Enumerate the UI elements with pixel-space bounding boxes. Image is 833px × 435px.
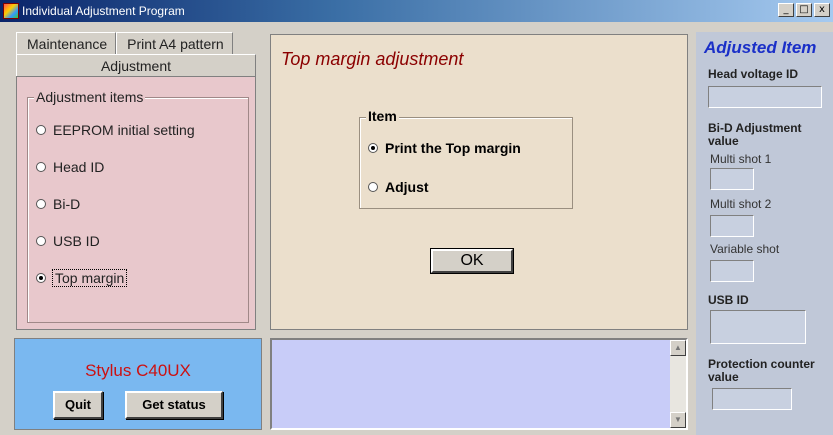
radio-label: EEPROM initial setting bbox=[53, 122, 195, 138]
radio-icon bbox=[36, 125, 46, 135]
radio-icon bbox=[368, 182, 378, 192]
radio-label: Print the Top margin bbox=[385, 140, 521, 156]
scroll-down-icon[interactable]: ▼ bbox=[670, 412, 686, 428]
bid-adjustment-label: Bi-D Adjustment value bbox=[708, 121, 802, 148]
tab-maintenance[interactable]: Maintenance bbox=[16, 32, 117, 54]
radio-print-top-margin[interactable]: Print the Top margin bbox=[368, 140, 521, 156]
radio-label: Top margin bbox=[51, 269, 128, 287]
radio-eeprom-initial-setting[interactable]: EEPROM initial setting bbox=[36, 122, 195, 138]
multi-shot-2-label: Multi shot 2 bbox=[710, 197, 772, 211]
scroll-up-icon[interactable]: ▲ bbox=[670, 340, 686, 356]
radio-head-id[interactable]: Head ID bbox=[36, 159, 104, 175]
close-button[interactable]: x bbox=[814, 3, 830, 17]
log-scrollbar[interactable]: ▲ ▼ bbox=[670, 340, 686, 428]
variable-shot-label: Variable shot bbox=[710, 242, 780, 256]
tab-print-a4-pattern[interactable]: Print A4 pattern bbox=[116, 32, 233, 54]
variable-shot-field bbox=[710, 260, 754, 282]
adjustment-items-group: Adjustment items EEPROM initial setting … bbox=[27, 89, 249, 323]
radio-adjust[interactable]: Adjust bbox=[368, 179, 429, 195]
main-panel: Top margin adjustment Item Print the Top… bbox=[270, 34, 688, 330]
radio-icon bbox=[36, 162, 46, 172]
multi-shot-1-field bbox=[710, 168, 754, 190]
radio-selected-icon bbox=[36, 273, 46, 283]
usb-id-label: USB ID bbox=[708, 293, 749, 307]
item-legend: Item bbox=[366, 108, 399, 124]
multi-shot-1-label: Multi shot 1 bbox=[710, 152, 772, 166]
radio-label: USB ID bbox=[53, 233, 100, 249]
status-panel: Stylus C40UX Quit Get status bbox=[14, 338, 262, 430]
protection-counter-field bbox=[712, 388, 792, 410]
printer-model: Stylus C40UX bbox=[85, 361, 191, 380]
adjusted-item-panel: Adjusted Item Head voltage ID Bi-D Adjus… bbox=[696, 32, 833, 435]
radio-label: Bi-D bbox=[53, 196, 81, 212]
ok-button[interactable]: OK bbox=[431, 249, 513, 273]
radio-top-margin[interactable]: Top margin bbox=[36, 269, 128, 287]
head-voltage-label: Head voltage ID bbox=[708, 67, 799, 81]
radio-bi-d[interactable]: Bi-D bbox=[36, 196, 80, 212]
quit-button[interactable]: Quit bbox=[53, 391, 103, 419]
tab-row: Maintenance Print A4 pattern bbox=[16, 32, 233, 54]
adjustment-panel: Adjustment items EEPROM initial setting … bbox=[16, 76, 256, 330]
radio-usb-id[interactable]: USB ID bbox=[36, 233, 100, 249]
radio-selected-icon bbox=[368, 143, 378, 153]
adjusted-item-title: Adjusted Item bbox=[704, 38, 817, 57]
tab-adjustment[interactable]: Adjustment bbox=[16, 54, 256, 76]
maximize-button[interactable]: □ bbox=[796, 3, 812, 17]
head-voltage-field bbox=[708, 86, 822, 108]
page-title: Top margin adjustment bbox=[281, 49, 464, 69]
get-status-button[interactable]: Get status bbox=[125, 391, 223, 419]
protection-counter-label: Protection counter value bbox=[708, 357, 815, 384]
minimize-button[interactable]: _ bbox=[778, 3, 794, 17]
title-bar: Individual Adjustment Program _ □ x bbox=[0, 0, 833, 22]
item-group: Item Print the Top margin Adjust bbox=[359, 108, 573, 209]
tab-container: Maintenance Print A4 pattern Adjustment … bbox=[14, 32, 260, 330]
app-icon bbox=[3, 3, 19, 19]
multi-shot-2-field bbox=[710, 215, 754, 237]
window-title: Individual Adjustment Program bbox=[22, 4, 185, 18]
usb-id-field bbox=[710, 310, 806, 344]
log-textarea[interactable]: ▲ ▼ bbox=[270, 338, 688, 430]
radio-label: Head ID bbox=[53, 159, 105, 175]
window-controls: _ □ x bbox=[778, 3, 830, 17]
adjustment-items-legend: Adjustment items bbox=[34, 89, 146, 105]
radio-label: Adjust bbox=[385, 179, 429, 195]
radio-icon bbox=[36, 236, 46, 246]
radio-icon bbox=[36, 199, 46, 209]
